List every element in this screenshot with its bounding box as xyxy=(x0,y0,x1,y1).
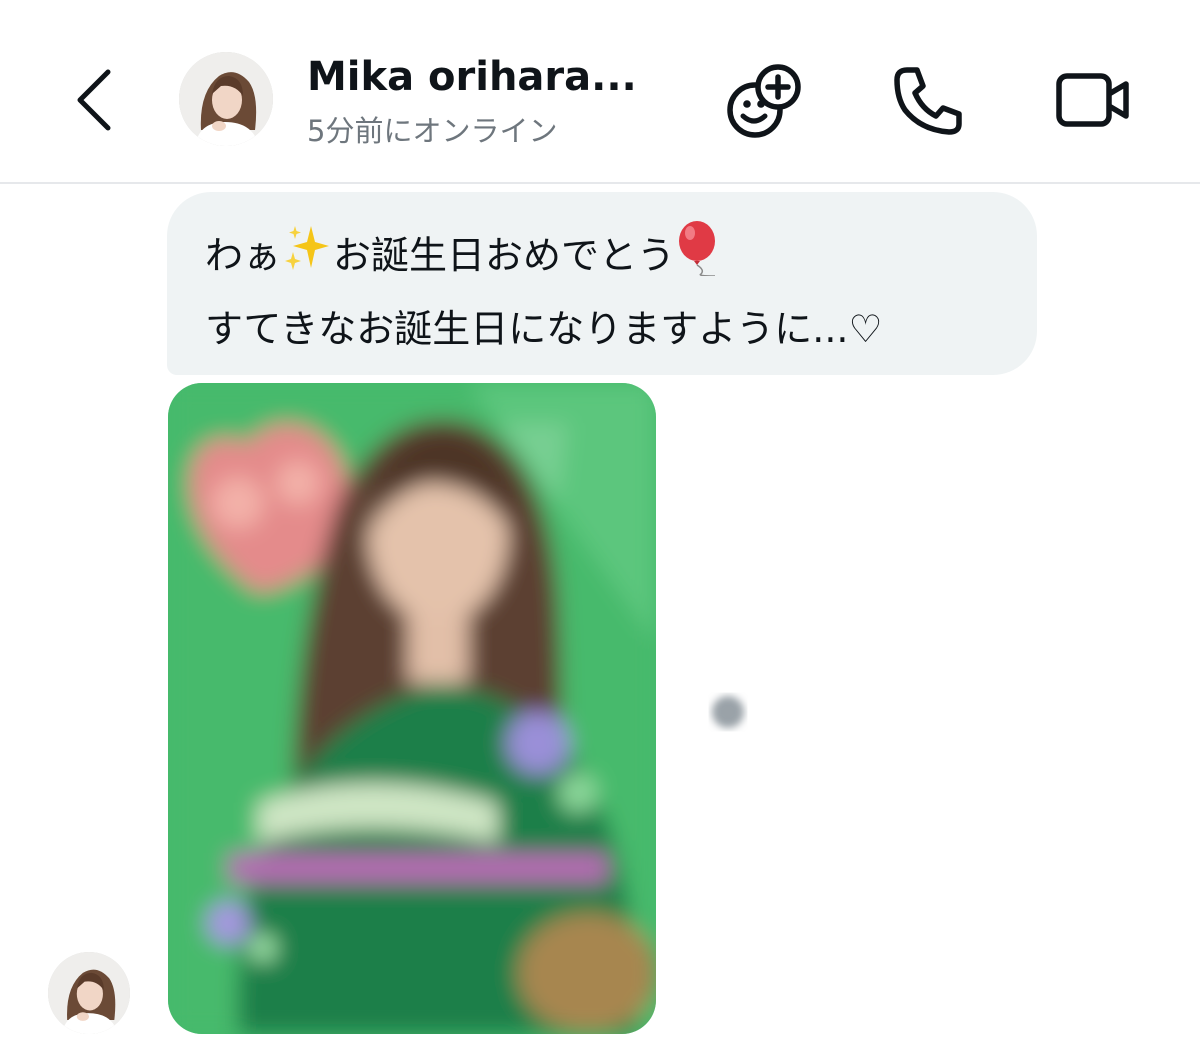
online-status: 5分前にオンライン xyxy=(307,114,558,148)
avatar-photo xyxy=(48,952,130,1034)
back-button[interactable] xyxy=(62,60,132,140)
call-button[interactable] xyxy=(885,58,969,142)
balloon-emoji xyxy=(675,220,723,296)
video-call-button[interactable] xyxy=(1050,58,1134,142)
games-button[interactable] xyxy=(723,58,807,142)
message-line-1: わぁ お誕生日おめでとう xyxy=(205,220,1001,296)
message-text-prefix: わぁ xyxy=(205,233,282,278)
message-line-2: すてきなお誕生日になりますように...♡ xyxy=(205,307,883,351)
chevron-left-icon xyxy=(77,69,111,131)
contact-name[interactable]: Mika orihara... xyxy=(307,50,707,104)
dm-conversation-screen: Mika orihara... 5分前にオンライン わぁ お誕生日おめでとう す… xyxy=(0,0,1200,1051)
conversation-header: Mika orihara... 5分前にオンライン xyxy=(0,0,1200,184)
avatar-photo xyxy=(179,52,273,146)
blurred-photo xyxy=(168,383,656,1034)
sender-avatar[interactable] xyxy=(48,952,130,1034)
video-camera-icon xyxy=(1056,73,1129,127)
phone-icon xyxy=(894,67,962,135)
game-controller-add-icon xyxy=(727,64,801,138)
contact-avatar[interactable] xyxy=(179,52,273,146)
reaction-button[interactable] xyxy=(698,682,758,742)
received-message-bubble[interactable]: わぁ お誕生日おめでとう すてきなお誕生日になりますように...♡ xyxy=(167,192,1037,375)
blurred-image-message[interactable] xyxy=(168,383,656,1034)
smiley-icon xyxy=(712,696,744,728)
sparkles-emoji xyxy=(281,222,333,294)
message-text-middle: お誕生日おめでとう xyxy=(333,233,676,278)
